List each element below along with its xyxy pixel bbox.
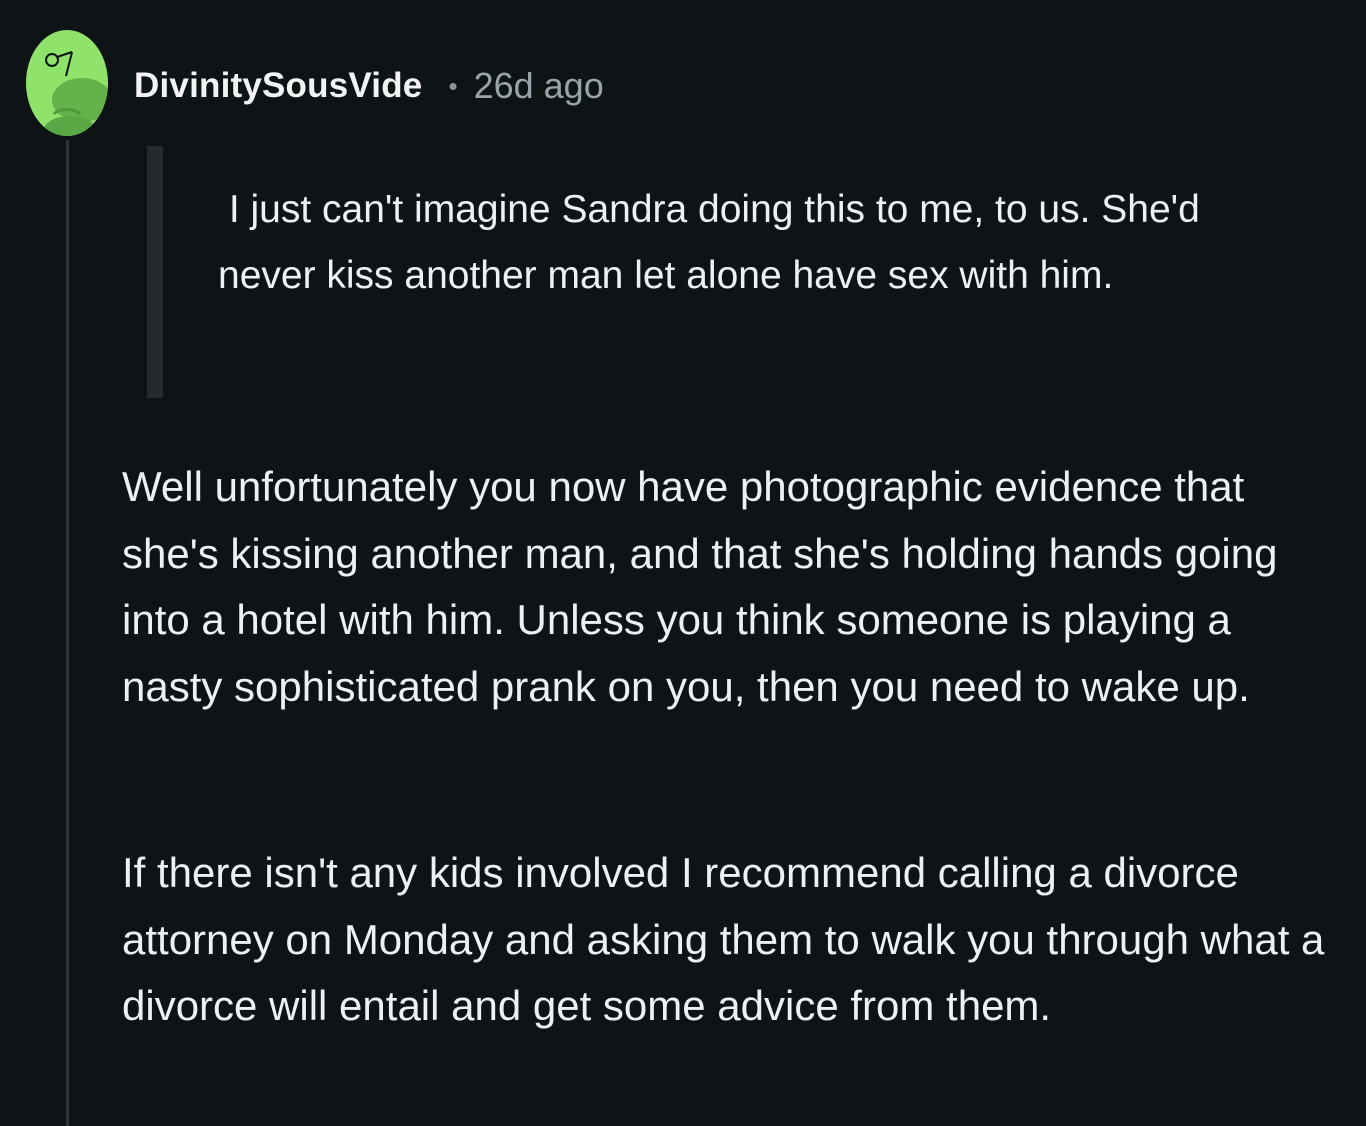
blockquote-text: I just can't imagine Sandra doing this t… [218,188,1211,297]
comment-meta: DivinitySousVide • 26d ago [134,62,604,110]
comment-paragraph: If there isn't any kids involved I recom… [122,849,1325,1029]
timestamp[interactable]: 26d ago [474,65,604,107]
meta-separator: • [448,70,458,101]
thread-line[interactable] [66,140,69,1126]
blockquote-bar [147,146,163,398]
comment: DivinitySousVide • 26d ago I just can't … [0,0,1366,1126]
comment-paragraph: Well unfortunately you now have photogra… [122,463,1278,710]
snoo-avatar-icon [26,30,108,136]
username-link[interactable]: DivinitySousVide [134,66,422,106]
avatar[interactable] [26,30,108,136]
